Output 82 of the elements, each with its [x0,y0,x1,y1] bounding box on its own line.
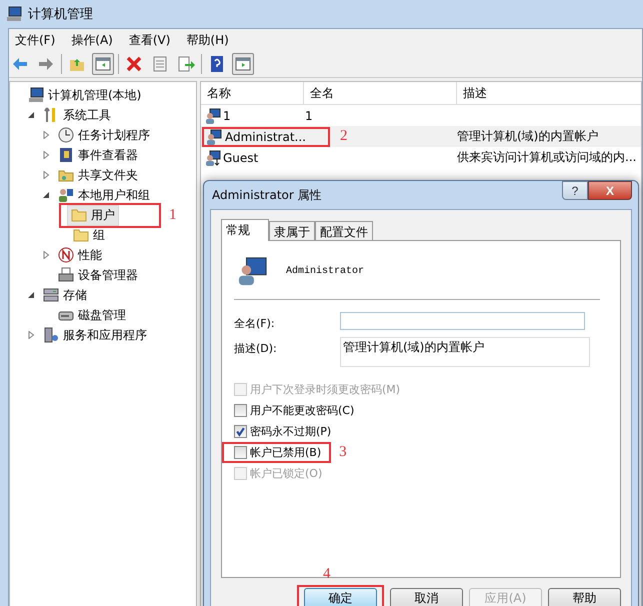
window-title: 计算机管理 [28,6,93,23]
checkbox[interactable]: 密码永不过期(P) [234,424,332,439]
user-name: Guest [223,150,258,164]
server-gear-icon [43,327,59,343]
description: 供来宾访问计算机或访问域的内... [457,149,636,166]
menu-item[interactable]: 操作(A) [71,32,113,48]
user-name: Administrator [286,266,364,276]
tree-item[interactable]: 任务计划程序 [54,124,154,146]
tree-item[interactable]: 设备管理器 [54,264,142,286]
user-name: Administrat... [225,130,306,144]
tree-item[interactable]: 磁盘管理 [54,304,130,326]
list-row[interactable]: Administrat... 2 管理计算机(域)的内置帐户 [201,126,641,147]
expand-arrow-icon[interactable] [42,131,50,139]
action-pane-button[interactable] [232,53,254,75]
tab[interactable]: 常规 [221,219,269,241]
tab[interactable]: 隶属于 [269,221,315,240]
field-label: 全名(F): [234,316,276,331]
tree-item[interactable]: 用户 [67,204,119,226]
pane-icon [94,55,112,73]
dialog-button[interactable]: 确定 [304,588,377,606]
checkbox[interactable]: 帐户已禁用(B) [234,445,322,460]
menu-item[interactable]: 帮助(H) [186,32,229,48]
description: 管理计算机(域)的内置帐户 [457,128,598,145]
expand-arrow-icon[interactable] [27,331,35,339]
computer-icon [28,87,44,103]
full-name: 1 [305,108,313,122]
expand-arrow-icon[interactable] [42,171,50,179]
checkbox[interactable]: 用户不能更改密码(C) [234,403,354,418]
tree-item[interactable]: 存储 [39,284,91,306]
printer-icon [58,267,74,283]
user-icon [206,128,222,144]
checkmark-icon [235,426,246,437]
users-icon [58,187,74,203]
clock-icon [58,127,74,143]
input-field[interactable] [340,312,585,330]
computer-icon [6,6,22,22]
tree-item[interactable]: 组 [69,224,109,246]
tree-item[interactable]: 共享文件夹 [54,164,142,186]
tree-item[interactable]: 性能 [54,244,106,266]
text-area[interactable]: 管理计算机(域)的内置帐户 [340,337,590,367]
log-book-icon [58,147,74,163]
gauge-icon [58,247,74,263]
menu-item[interactable]: 文件(F) [15,32,56,48]
tree-item[interactable]: 事件查看器 [54,144,142,166]
field-label: 描述(D): [234,341,278,356]
document-icon [151,55,169,73]
user-name: 1 [223,108,231,122]
dialog-title: Administrator 属性 [212,186,322,204]
dialog-button[interactable]: 取消 [390,588,463,606]
folder-icon [71,207,87,223]
tree-item[interactable]: 系统工具 [39,104,115,126]
forward-icon [37,55,55,73]
user-icon [205,108,221,124]
collapse-arrow-icon[interactable] [27,291,35,299]
callout-number: 3 [339,444,347,461]
delete-icon [125,55,143,73]
column-header[interactable]: 全名 [304,82,457,104]
column-header[interactable]: 名称 [201,82,304,104]
callout-number: 1 [169,206,176,224]
pane-icon [234,55,252,73]
menu-item[interactable]: 查看(V) [128,32,170,48]
storage-icon [43,287,59,303]
collapse-arrow-icon[interactable] [42,191,50,199]
collapse-arrow-icon[interactable] [27,111,35,119]
callout-number: 4 [323,566,330,583]
tree-item[interactable]: 计算机管理(本地) [24,84,146,106]
tab[interactable]: 配置文件 [315,221,373,240]
tree-item[interactable]: 本地用户和组 [54,184,154,206]
help-button[interactable]: ? [562,181,588,200]
column-header[interactable]: 描述 [457,82,641,104]
dialog-button[interactable]: 帮助 [548,588,621,606]
list-row[interactable]: 1 1 [201,105,641,126]
list-row[interactable]: Guest 供来宾访问计算机或访问域的内... [201,147,641,168]
tree-toggle-button[interactable] [92,53,114,75]
callout-number: 2 [340,128,348,145]
guest-user-icon [205,150,221,166]
expand-arrow-icon[interactable] [42,251,50,259]
expand-arrow-icon[interactable] [42,151,50,159]
user-icon [238,255,268,287]
tree-item[interactable]: 服务和应用程序 [39,324,151,346]
help-icon [208,55,226,73]
export-icon [177,55,195,73]
